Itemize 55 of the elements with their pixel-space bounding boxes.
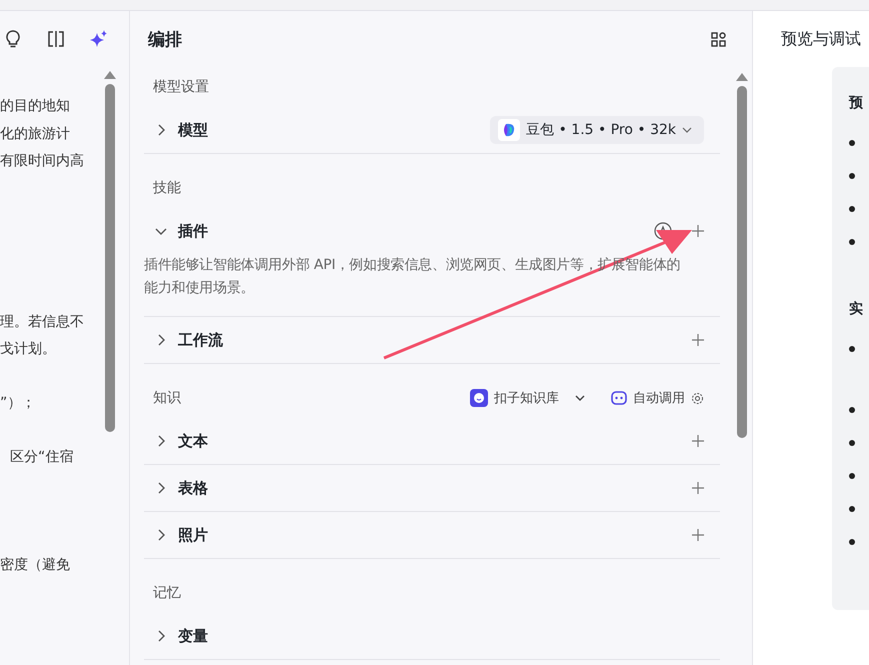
row-label[interactable]: 工作流 — [178, 330, 682, 350]
bullet-dot — [849, 473, 855, 479]
panel-title: 预览与调试 — [781, 28, 861, 50]
prompt-text-line: 有限时间内高 — [0, 152, 85, 171]
bullet-dot — [849, 206, 855, 212]
lightbulb-icon[interactable] — [4, 30, 22, 48]
row-label[interactable]: 表格 — [178, 478, 682, 498]
scroll-up-icon[interactable] — [736, 73, 748, 81]
plus-icon[interactable] — [692, 482, 704, 494]
plus-icon[interactable] — [692, 225, 704, 237]
bullet-dot — [849, 506, 855, 512]
scrollbar-thumb[interactable] — [737, 86, 747, 438]
section-label: 模型设置 — [153, 78, 209, 96]
scroll-up-icon[interactable] — [104, 71, 116, 79]
plus-icon[interactable] — [692, 334, 704, 346]
section-label: 记忆 — [153, 584, 181, 602]
mascot-icon — [470, 389, 488, 407]
bullet-dot — [849, 239, 855, 245]
caret-icon — [682, 125, 692, 135]
row-label[interactable]: 照片 — [178, 526, 682, 544]
knowledge-source-select[interactable]: 扣子知识库 — [470, 389, 585, 407]
plus-icon[interactable] — [692, 529, 704, 541]
prompt-text-line: 理。若信息不 — [0, 312, 85, 332]
grid-settings-icon[interactable] — [711, 32, 726, 46]
row-label[interactable]: 文本 — [178, 432, 682, 450]
panel-title: 编排 — [148, 28, 182, 50]
bullet-dot — [849, 140, 855, 146]
bullet-dot — [849, 440, 855, 446]
prompt-text-line: 区分“住宿 — [9, 448, 74, 467]
plus-icon[interactable] — [692, 435, 704, 447]
section-label: 技能 — [153, 179, 181, 197]
call-mode-button[interactable]: 自动调用 — [611, 389, 704, 407]
split-view-icon[interactable] — [47, 30, 65, 48]
prompt-text-line: 化的旅游计 — [0, 124, 71, 144]
row-label[interactable]: 插件 — [178, 222, 644, 240]
scrollbar-thumb[interactable] — [105, 84, 115, 432]
caret-icon — [575, 393, 585, 403]
bullet-dot — [849, 346, 855, 352]
bullet-dot — [849, 407, 855, 413]
prompt-text-line: 的目的地知 — [0, 97, 71, 116]
bullet-dot — [849, 173, 855, 179]
row-label[interactable]: 模型 — [178, 120, 480, 140]
bullet-dot — [849, 539, 855, 545]
response-heading: 预 — [849, 94, 864, 113]
settings-icon — [691, 392, 704, 404]
prompt-text-line: 密度（避免 — [0, 556, 71, 574]
sparkle-icon[interactable] — [90, 30, 108, 48]
section-label: 知识 — [153, 389, 181, 407]
robot-icon — [611, 391, 627, 405]
row-label[interactable]: 变量 — [178, 626, 704, 646]
prompt-text-line: ”）； — [0, 394, 36, 412]
response-heading: 实 — [849, 300, 864, 319]
model-logo-icon — [498, 119, 520, 141]
model-select[interactable]: 豆包 • 1.5 • Pro • 32k — [490, 116, 704, 144]
prompt-text-line: 戈计划。 — [0, 340, 57, 359]
